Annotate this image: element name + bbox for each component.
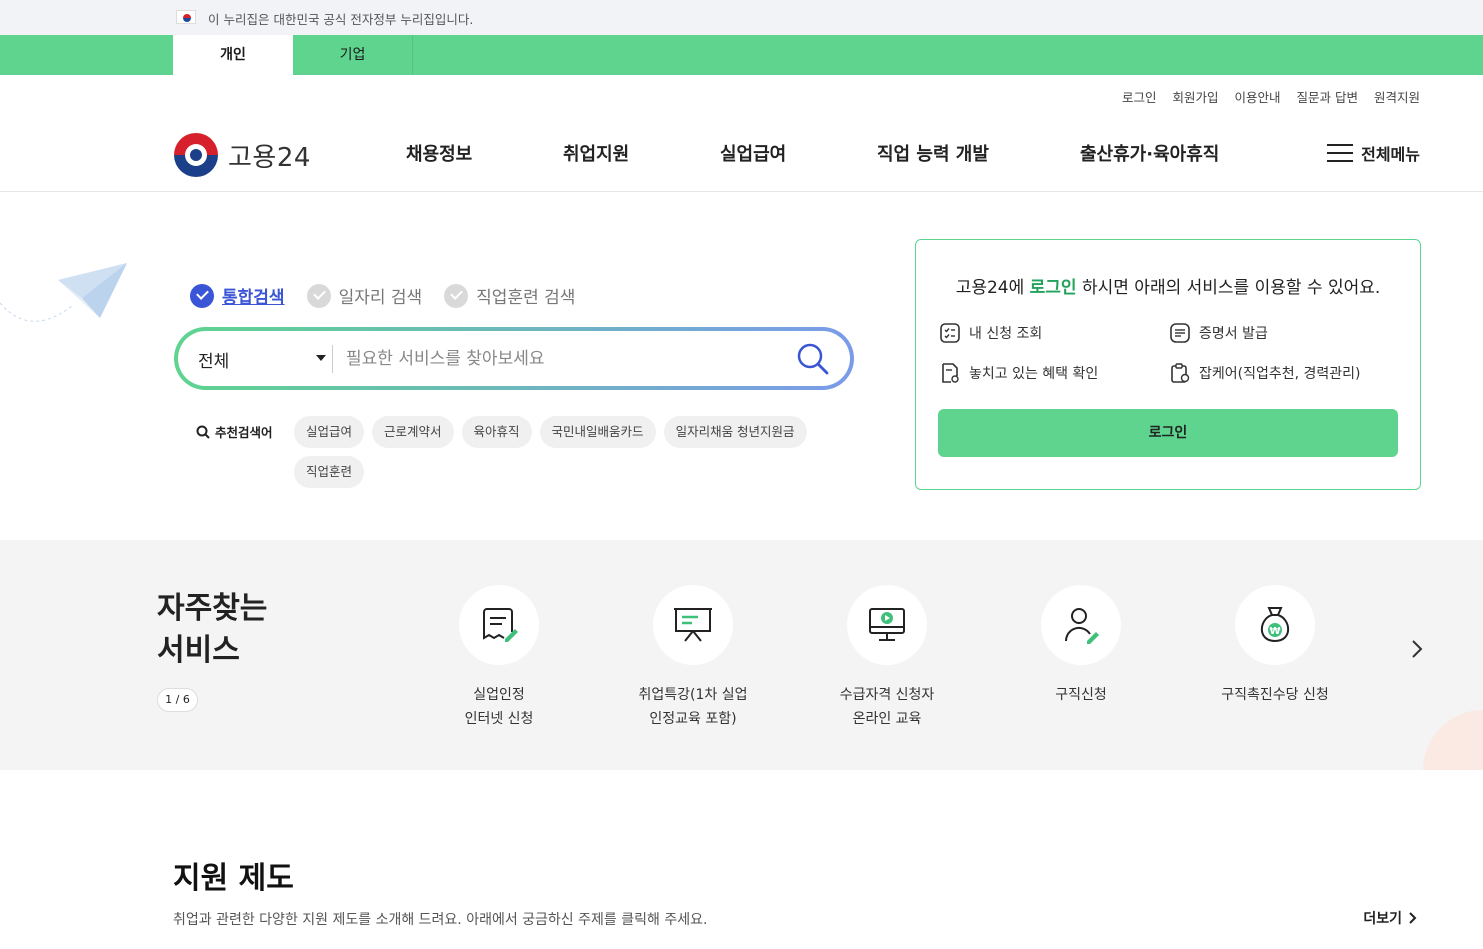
- search-small-icon: [196, 425, 210, 439]
- keyword-chip[interactable]: 직업훈련: [294, 456, 365, 488]
- certificate-icon: [1170, 323, 1190, 343]
- service-job-application[interactable]: 구직신청: [986, 585, 1176, 707]
- support-title: 지원 제도: [173, 861, 294, 896]
- nav-recruit[interactable]: 채용정보: [406, 140, 472, 166]
- paper-plane-icon: [0, 263, 127, 322]
- nav-skills-development[interactable]: 직업 능력 개발: [877, 140, 989, 166]
- tab-job-search[interactable]: 일자리 검색: [306, 283, 422, 308]
- clipboard-gear-icon: [1171, 363, 1190, 383]
- keyword-chip[interactable]: 국민내일배움카드: [539, 416, 656, 448]
- keyword-chip[interactable]: 실업급여: [294, 416, 365, 448]
- search-icon[interactable]: [796, 342, 830, 376]
- presentation-board-icon: [674, 608, 712, 642]
- document-pen-icon: [483, 608, 518, 642]
- signup-link[interactable]: 회원가입: [1172, 87, 1218, 106]
- user-type-tabs: 개인 기업: [0, 35, 1483, 75]
- caret-down-icon: [316, 355, 326, 361]
- recommend-label: 추천검색어: [196, 422, 273, 441]
- search-type-tabs: 통합검색 일자리 검색 직업훈련 검색: [190, 283, 575, 308]
- site-logo[interactable]: 고용24: [174, 133, 311, 177]
- tab-business[interactable]: 기업: [293, 35, 413, 75]
- gov-banner-text: 이 누리집은 대한민국 공식 전자정부 누리집입니다.: [208, 12, 474, 27]
- check-circle-icon: [444, 283, 469, 308]
- service-online-education[interactable]: 수급자격 신청자 온라인 교육: [792, 585, 982, 731]
- emblem-icon: [174, 133, 218, 177]
- login-card-title: 고용24에 로그인 하시면 아래의 서비스를 이용할 수 있어요.: [955, 278, 1381, 298]
- search-category-value: 전체: [198, 352, 230, 372]
- chevron-right-icon[interactable]: [1406, 638, 1428, 660]
- jobcare-item[interactable]: 잡케어(직업추천, 경력관리): [1169, 362, 1361, 384]
- service-employment-lecture[interactable]: 취업특강(1차 실업 인정교육 포함): [598, 585, 788, 731]
- service-job-search-allowance[interactable]: ₩ 구직촉진수당 신청: [1180, 585, 1370, 707]
- nav-unemployment-benefit[interactable]: 실업급여: [720, 140, 786, 166]
- korea-flag-icon: [176, 10, 196, 24]
- money-bag-icon: ₩: [1260, 607, 1290, 643]
- all-menu-button[interactable]: 전체메뉴: [1327, 141, 1420, 165]
- utility-links: 로그인 회원가입 이용안내 질문과 답변 원격지원: [1122, 87, 1420, 106]
- search-box: 전체: [174, 327, 854, 390]
- keyword-chips: 실업급여 근로계약서 육아휴직 국민내일배움카드 일자리채움 청년지원금 직업훈…: [294, 416, 854, 488]
- nav-parental-leave[interactable]: 출산휴가·육아휴직: [1080, 140, 1219, 166]
- search-divider: [332, 345, 333, 373]
- document-search-icon: [942, 363, 959, 383]
- tab-integrated-search[interactable]: 통합검색: [190, 283, 285, 308]
- search-category-select[interactable]: 전체: [198, 347, 326, 372]
- missed-benefits-item[interactable]: 놓치고 있는 혜택 확인: [939, 362, 1098, 384]
- login-link[interactable]: 로그인: [1122, 87, 1157, 106]
- more-link[interactable]: 더보기: [1363, 908, 1418, 928]
- svg-text:₩: ₩: [1269, 626, 1280, 637]
- frequent-services: 자주찾는 서비스 1 / 6 실업인정 인터넷 신청 취업특강(1차 실업 인정…: [0, 540, 1483, 770]
- guide-link[interactable]: 이용안내: [1234, 87, 1280, 106]
- tab-training-search[interactable]: 직업훈련 검색: [444, 283, 575, 308]
- check-circle-icon: [190, 283, 214, 308]
- nav-employment-support[interactable]: 취업지원: [563, 140, 629, 166]
- global-nav: 고용24 채용정보 취업지원 실업급여 직업 능력 개발 출산휴가·육아휴직 전…: [0, 110, 1483, 192]
- decorative-circle: [1423, 710, 1483, 770]
- keyword-chip[interactable]: 근로계약서: [372, 416, 454, 448]
- login-button[interactable]: 로그인: [938, 409, 1398, 457]
- keyword-chip[interactable]: 육아휴직: [461, 416, 532, 448]
- gov-banner: 이 누리집은 대한민국 공식 전자정부 누리집입니다.: [0, 0, 1483, 35]
- remote-support-link[interactable]: 원격지원: [1374, 87, 1420, 106]
- logo-text: 고용24: [228, 142, 311, 173]
- chevron-right-small-icon: [1409, 912, 1417, 924]
- service-unemployment-recognition[interactable]: 실업인정 인터넷 신청: [404, 585, 594, 731]
- person-pen-icon: [1064, 608, 1099, 644]
- frequent-services-title: 자주찾는 서비스: [157, 591, 268, 668]
- login-card: 고용24에 로그인 하시면 아래의 서비스를 이용할 수 있어요. 내 신청 조…: [915, 239, 1421, 490]
- qna-link[interactable]: 질문과 답변: [1297, 87, 1358, 106]
- tab-personal[interactable]: 개인: [173, 35, 293, 75]
- keyword-chip[interactable]: 일자리채움 청년지원금: [663, 416, 807, 448]
- checklist-icon: [940, 323, 960, 343]
- carousel-pager: 1 / 6: [157, 688, 198, 712]
- certificate-item[interactable]: 증명서 발급: [1169, 322, 1268, 344]
- my-application-item[interactable]: 내 신청 조회: [939, 322, 1042, 344]
- support-description: 취업과 관련한 다양한 지원 제도를 소개해 드려요. 아래에서 궁금하신 주제…: [173, 912, 708, 928]
- check-circle-icon: [306, 283, 331, 308]
- all-menu-label: 전체메뉴: [1361, 145, 1420, 164]
- login-inline-link[interactable]: 로그인: [1030, 278, 1077, 298]
- monitor-play-icon: [869, 608, 905, 641]
- hamburger-icon: [1327, 144, 1354, 162]
- search-input[interactable]: [346, 343, 786, 375]
